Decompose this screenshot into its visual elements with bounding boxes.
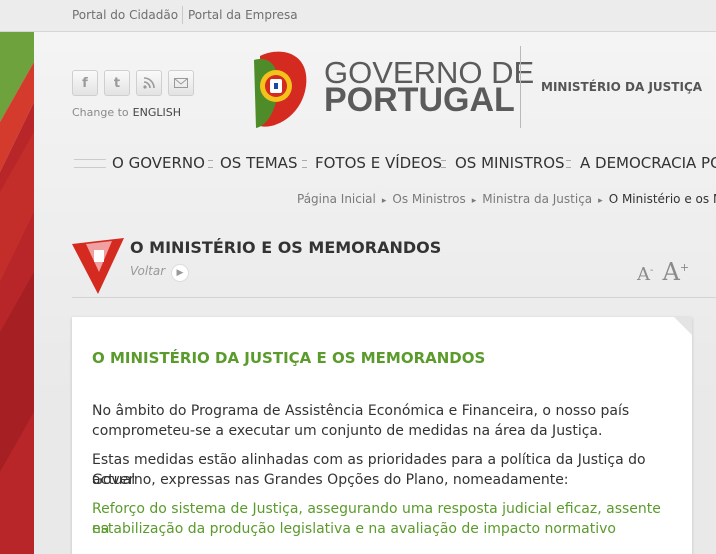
- nav-item-a-democracia[interactable]: A DEMOCRACIA PO: [580, 154, 716, 172]
- change-to-label: Change to: [72, 106, 129, 119]
- back-link[interactable]: Voltar: [130, 264, 165, 278]
- font-size-controls: A- A+: [637, 258, 689, 286]
- portal-empresa-link[interactable]: Portal da Empresa: [188, 8, 298, 22]
- language-switch: Change to ENGLISH: [72, 106, 181, 119]
- nav-separator: [441, 160, 446, 168]
- breadcrumb: Página Inicial ▸ Os Ministros ▸ Ministra da …: [297, 192, 716, 206]
- nav-item-o-governo[interactable]: O GOVERNO: [112, 154, 205, 172]
- nav-separator: [566, 160, 571, 168]
- paragraph-line: No âmbito do Programa de Assistência Eco…: [92, 403, 630, 419]
- main-nav: O GOVERNO OS TEMAS FOTOS E VÍDEOS OS MIN…: [74, 152, 716, 176]
- government-logo-icon[interactable]: [250, 46, 314, 134]
- nav-separator: [208, 160, 213, 168]
- breadcrumb-arrow-icon: ▸: [471, 196, 477, 206]
- decrease-font-button[interactable]: A-: [637, 264, 653, 285]
- facebook-icon[interactable]: f: [72, 70, 98, 96]
- breadcrumb-item[interactable]: Página Inicial: [297, 192, 376, 206]
- nav-separator: [302, 160, 307, 168]
- brand-line2: PORTUGAL: [324, 81, 515, 119]
- breadcrumb-current: O Ministério e os M: [608, 192, 716, 206]
- nav-item-os-ministros[interactable]: OS MINISTROS: [455, 154, 565, 172]
- ministry-emblem-icon: [72, 238, 124, 298]
- rss-icon[interactable]: [136, 70, 162, 96]
- divider: [72, 297, 716, 298]
- page-title: O MINISTÉRIO E OS MEMORANDOS: [130, 238, 442, 257]
- portal-cidadao-link[interactable]: Portal do Cidadão: [72, 8, 178, 22]
- divider: [182, 6, 183, 24]
- ministry-name[interactable]: MINISTÉRIO DA JUSTIÇA: [541, 80, 702, 94]
- english-link[interactable]: ENGLISH: [133, 106, 181, 119]
- nav-item-os-temas[interactable]: OS TEMAS: [220, 154, 297, 172]
- divider: [520, 46, 521, 128]
- paragraph-line: comprometeu-se a executar um conjunto de…: [92, 423, 603, 439]
- email-icon[interactable]: [168, 70, 194, 96]
- article-heading: O MINISTÉRIO DA JUSTIÇA E OS MEMORANDOS: [92, 349, 486, 367]
- article-card: O MINISTÉRIO DA JUSTIÇA E OS MEMORANDOS …: [72, 317, 692, 554]
- paragraph-line: Governo, expressas nas Grandes Opções do…: [92, 472, 569, 488]
- play-arrow-icon[interactable]: ▶: [171, 264, 189, 282]
- breadcrumb-item[interactable]: Os Ministros: [392, 192, 465, 206]
- page-fold-corner: [674, 317, 692, 335]
- decorative-stripes: [0, 32, 34, 554]
- breadcrumb-item[interactable]: Ministra da Justiça: [482, 192, 592, 206]
- twitter-icon[interactable]: t: [104, 70, 130, 96]
- breadcrumb-arrow-icon: ▸: [598, 196, 603, 206]
- nav-item-fotos-videos[interactable]: FOTOS E VÍDEOS: [315, 154, 442, 172]
- nav-lines-decoration: [74, 159, 106, 168]
- top-utility-bar: Portal do Cidadão Portal da Empresa: [0, 0, 716, 32]
- increase-font-button[interactable]: A+: [662, 258, 689, 286]
- breadcrumb-arrow-icon: ▸: [381, 196, 387, 206]
- social-icons: f t: [72, 70, 194, 96]
- main-page: f t Change to ENGLISH GOVERNO DE PORTUGAL…: [34, 32, 716, 554]
- highlight-line: estabilização da produção legislativa e …: [92, 521, 616, 537]
